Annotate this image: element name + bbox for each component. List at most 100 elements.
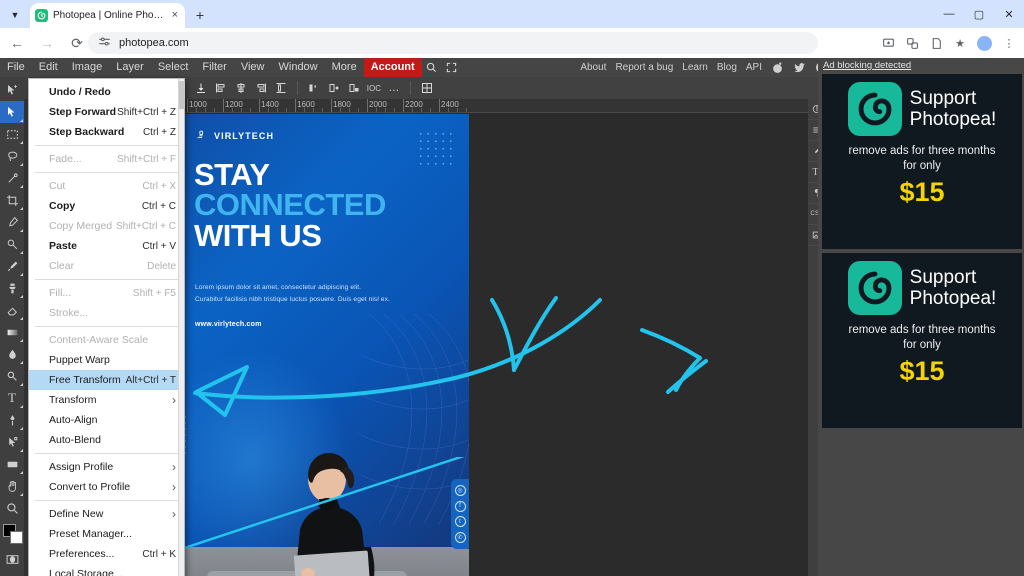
tool-brush[interactable] [0, 255, 24, 277]
menu-item[interactable]: Puppet Warp [29, 350, 184, 370]
background-color-swatch[interactable] [10, 531, 23, 544]
menu-window[interactable]: Window [272, 58, 325, 77]
menu-filter[interactable]: Filter [195, 58, 233, 77]
menu-account[interactable]: Account [363, 58, 422, 77]
tool-healing-brush[interactable] [0, 233, 24, 255]
more-dots-icon[interactable]: … [384, 77, 404, 99]
arrange-grid-icon[interactable] [417, 77, 437, 99]
distribute-left-icon[interactable] [304, 77, 324, 99]
menu-item[interactable]: Convert to Profile › [29, 477, 184, 497]
distribute-center-icon[interactable] [324, 77, 344, 99]
menu-item[interactable]: Clear Delete [29, 256, 184, 276]
tool-blur[interactable] [0, 343, 24, 365]
menu-item[interactable]: Transform › [29, 390, 184, 410]
menu-image[interactable]: Image [65, 58, 110, 77]
menu-item[interactable]: Step Backward Ctrl + Z [29, 122, 184, 142]
twitter-icon[interactable] [793, 61, 806, 74]
maximize-button[interactable]: ▢ [964, 0, 994, 28]
ad-blocking-notice[interactable]: Ad blocking detected [818, 58, 1024, 74]
tool-move[interactable] [0, 79, 24, 101]
browser-menu-kebab-icon[interactable]: ⋮ [998, 32, 1020, 54]
menu-layer[interactable]: Layer [109, 58, 151, 77]
site-settings-icon[interactable] [98, 35, 111, 51]
reddit-icon[interactable] [771, 61, 784, 74]
align-center-h-icon[interactable] [231, 77, 251, 99]
menu-scrollbar-thumb[interactable] [179, 81, 185, 109]
align-vertical-icon[interactable] [271, 77, 291, 99]
tool-gradient[interactable] [0, 321, 24, 343]
menu-item[interactable]: Fill... Shift + F5 [29, 283, 184, 303]
tool-type[interactable]: T [0, 387, 24, 409]
menu-item[interactable]: Stroke... [29, 303, 184, 323]
menu-item[interactable]: Local Storage... [29, 564, 184, 576]
menu-item[interactable]: Auto-Align [29, 410, 184, 430]
profile-avatar[interactable] [977, 35, 992, 51]
menu-more[interactable]: More [325, 58, 364, 77]
link-learn[interactable]: Learn [682, 62, 708, 73]
distribute-right-icon[interactable] [344, 77, 364, 99]
align-download-icon[interactable] [191, 77, 211, 99]
tool-artboard[interactable] [0, 101, 24, 123]
ad-card[interactable]: Support Photopea! remove ads for three m… [822, 74, 1022, 249]
link-api[interactable]: API [746, 62, 762, 73]
search-icon[interactable] [422, 58, 442, 77]
distribute-more-icon[interactable]: IOC [364, 77, 384, 99]
menu-item[interactable]: Preset Manager... [29, 524, 184, 544]
link-about[interactable]: About [580, 62, 606, 73]
menu-item[interactable]: Auto-Blend [29, 430, 184, 450]
tool-eraser[interactable] [0, 299, 24, 321]
new-tab-button[interactable]: + [190, 5, 210, 25]
menu-item[interactable]: Free Transform Alt+Ctrl + T [29, 370, 184, 390]
menu-item[interactable]: Define New › [29, 504, 184, 524]
tool-shape[interactable] [0, 453, 24, 475]
menu-item[interactable]: Copy Merged Shift+Ctrl + C [29, 216, 184, 236]
menu-view[interactable]: View [234, 58, 272, 77]
tool-marquee-select[interactable] [0, 123, 24, 145]
menu-item[interactable]: Assign Profile › [29, 457, 184, 477]
link-report-bug[interactable]: Report a bug [615, 62, 673, 73]
align-left-icon[interactable] [211, 77, 231, 99]
reload-icon[interactable]: ⟳ [64, 30, 90, 56]
tool-lasso[interactable] [0, 145, 24, 167]
extensions-puzzle-icon[interactable] [901, 32, 923, 54]
close-tab-icon[interactable]: × [170, 10, 180, 21]
align-right-icon[interactable] [251, 77, 271, 99]
close-window-button[interactable]: ✕ [994, 0, 1024, 28]
tool-crop[interactable] [0, 189, 24, 211]
tool-pen[interactable] [0, 409, 24, 431]
address-bar[interactable]: photopea.com [88, 32, 818, 54]
link-blog[interactable]: Blog [717, 62, 737, 73]
menu-scrollbar[interactable] [178, 79, 185, 576]
menu-item[interactable]: Fade... Shift+Ctrl + F [29, 149, 184, 169]
back-icon[interactable]: ← [4, 30, 30, 56]
tool-magic-wand[interactable] [0, 167, 24, 189]
tool-clone-stamp[interactable] [0, 277, 24, 299]
edit-menu-dropdown[interactable]: Undo / Redo Step Forward Shift+Ctrl + Z Ste… [28, 78, 185, 576]
menu-select[interactable]: Select [151, 58, 196, 77]
reading-list-icon[interactable] [925, 32, 947, 54]
forward-icon[interactable]: → [34, 30, 60, 56]
document-canvas[interactable]: VIRLYTECH STAY CONNECTED WITH US Lorem i… [179, 114, 469, 576]
tool-hand[interactable] [0, 475, 24, 497]
menu-item[interactable]: Step Forward Shift+Ctrl + Z [29, 102, 184, 122]
tab-search-icon[interactable]: ▼ [4, 4, 26, 26]
tool-eyedropper[interactable] [0, 211, 24, 233]
menu-item[interactable]: Content-Aware Scale [29, 330, 184, 350]
install-app-icon[interactable] [877, 32, 899, 54]
menu-item[interactable]: Copy Ctrl + C [29, 196, 184, 216]
menu-edit[interactable]: Edit [32, 58, 65, 77]
tool-dodge[interactable] [0, 365, 24, 387]
menu-item[interactable]: Paste Ctrl + V [29, 236, 184, 256]
menu-file[interactable]: File [0, 58, 32, 77]
color-swatches[interactable] [0, 522, 24, 548]
menu-item[interactable]: Cut Ctrl + X [29, 176, 184, 196]
ad-card[interactable]: Support Photopea! remove ads for three m… [822, 253, 1022, 428]
minimize-button[interactable]: — [934, 0, 964, 28]
menu-item[interactable]: Undo / Redo [29, 82, 184, 102]
browser-tab-photopea[interactable]: Photopea | Online Photo Editor × [30, 3, 185, 28]
tool-zoom[interactable] [0, 497, 24, 519]
menu-item[interactable]: Preferences... Ctrl + K [29, 544, 184, 564]
tool-path-select[interactable] [0, 431, 24, 453]
screen-mode-toggle[interactable] [0, 570, 24, 576]
quick-mask-toggle[interactable] [0, 548, 24, 570]
